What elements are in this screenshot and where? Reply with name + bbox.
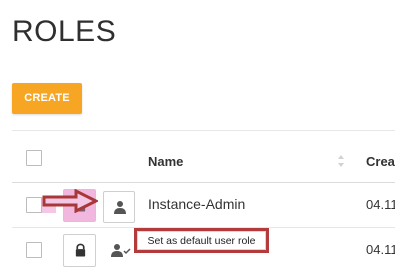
row-checkbox[interactable] [26,197,42,213]
table-header: Name Crea [0,140,395,183]
lock-icon [75,243,86,257]
role-name[interactable]: Instance-Admin [148,196,245,212]
select-all-checkbox[interactable] [26,150,42,166]
name-column-header[interactable]: Name [148,154,183,169]
tooltip-text: Set as default user role [147,234,256,247]
created-column-header[interactable]: Crea [366,154,395,169]
sort-icon[interactable] [337,153,345,169]
arrow-right-icon [42,189,98,213]
toolbar-divider [12,130,395,131]
create-button[interactable]: CREATE [12,83,82,114]
row-checkbox[interactable] [26,242,42,258]
roles-page: ROLES CREATE Name Crea Instance-Admin 04… [0,0,395,276]
user-role-button[interactable] [103,191,135,223]
table-row: Instance-Admin 04.11 [0,183,395,228]
person-icon [114,201,126,214]
lock-button[interactable] [63,234,96,267]
created-date: 04.11 [366,242,395,257]
tooltip: Set as default user role [134,228,269,253]
person-check-icon[interactable] [111,243,131,257]
page-title: ROLES [12,15,117,48]
created-date: 04.11 [366,197,395,212]
